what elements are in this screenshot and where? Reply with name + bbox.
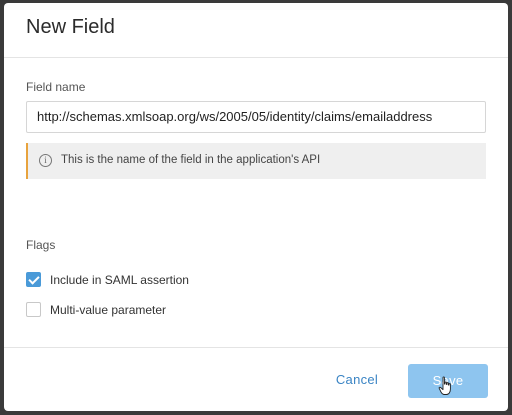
info-callout: i This is the name of the field in the a… bbox=[26, 143, 486, 179]
include-saml-checkbox[interactable] bbox=[26, 272, 41, 287]
save-button[interactable]: Save bbox=[408, 364, 488, 398]
new-field-dialog: New Field Field name http://schemas.xmls… bbox=[4, 3, 508, 411]
field-name-input[interactable]: http://schemas.xmlsoap.org/ws/2005/05/id… bbox=[26, 101, 486, 133]
info-text: This is the name of the field in the app… bbox=[61, 154, 321, 166]
dialog-footer: Cancel Save bbox=[4, 347, 508, 411]
hand-pointer-cursor-icon bbox=[438, 376, 451, 395]
multi-value-checkbox[interactable] bbox=[26, 302, 41, 317]
flags-label: Flags bbox=[26, 238, 56, 252]
include-saml-label[interactable]: Include in SAML assertion bbox=[50, 273, 189, 287]
dialog-header: New Field bbox=[4, 3, 508, 58]
checkmark-icon bbox=[28, 273, 40, 285]
field-name-label: Field name bbox=[26, 80, 86, 94]
dialog-title: New Field bbox=[26, 16, 115, 38]
cancel-button[interactable]: Cancel bbox=[322, 367, 392, 393]
multi-value-label[interactable]: Multi-value parameter bbox=[50, 303, 166, 317]
info-icon: i bbox=[39, 154, 52, 167]
